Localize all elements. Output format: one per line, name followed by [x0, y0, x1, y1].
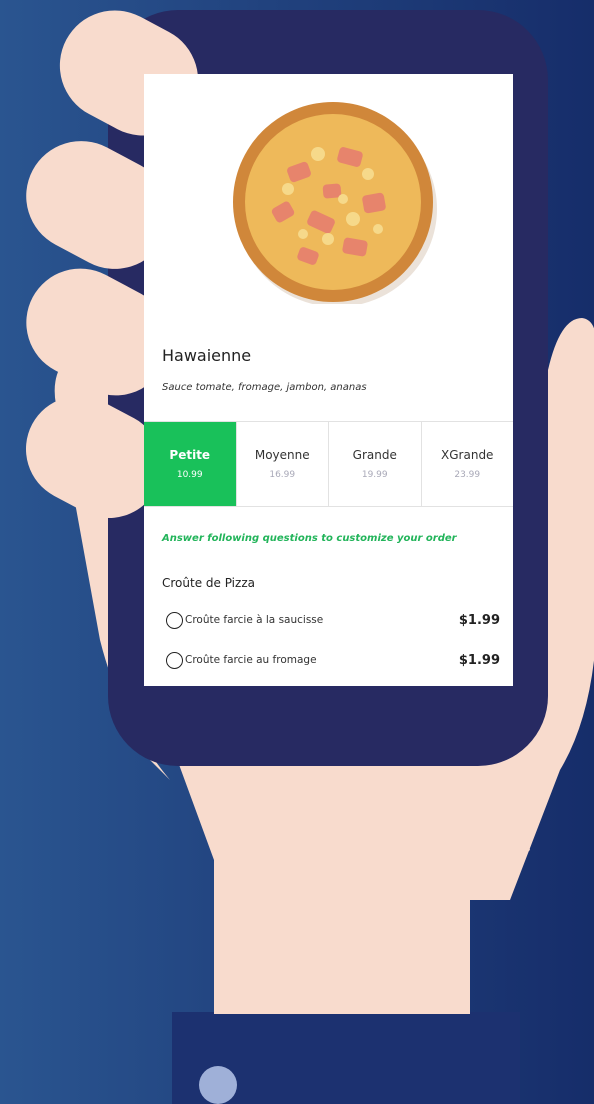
- customize-hint: Answer following questions to customize …: [162, 533, 457, 544]
- size-name: XGrande: [441, 448, 494, 462]
- radio-button[interactable]: [166, 611, 183, 629]
- size-name: Petite: [169, 448, 211, 462]
- cuff-button: [199, 1066, 237, 1104]
- radio-button[interactable]: [166, 651, 183, 669]
- size-selector: Petite 10.99 Moyenne 16.99 Grande 19.99 …: [144, 421, 513, 507]
- size-option-xgrande[interactable]: XGrande 23.99: [422, 422, 514, 506]
- crust-option-sausage[interactable]: Croûte farcie à la saucisse $1.99: [166, 608, 500, 632]
- crust-section-title: Croûte de Pizza: [162, 576, 255, 590]
- crust-option-price: $1.99: [458, 612, 500, 628]
- size-option-petite[interactable]: Petite 10.99: [144, 422, 237, 506]
- size-name: Grande: [352, 448, 397, 462]
- size-option-grande[interactable]: Grande 19.99: [329, 422, 422, 506]
- pizza-image: [228, 94, 438, 307]
- crust-option-cheese[interactable]: Croûte farcie au fromage $1.99: [166, 648, 500, 672]
- size-price: 19.99: [361, 470, 388, 480]
- size-option-moyenne[interactable]: Moyenne 16.99: [237, 422, 329, 506]
- crust-option-label: Croûte farcie à la saucisse: [185, 614, 324, 626]
- crust-option-label: Croûte farcie au fromage: [185, 654, 317, 666]
- size-price: 23.99: [454, 470, 481, 480]
- product-description: Sauce tomate, fromage, jambon, ananas: [162, 382, 367, 393]
- size-name: Moyenne: [254, 448, 310, 462]
- product-title: Hawaienne: [162, 346, 252, 365]
- phone-screen: Hawaienne Sauce tomate, fromage, jambon,…: [144, 74, 513, 686]
- crust-option-price: $1.99: [458, 652, 500, 668]
- size-price: 10.99: [176, 470, 203, 480]
- size-price: 16.99: [269, 470, 296, 480]
